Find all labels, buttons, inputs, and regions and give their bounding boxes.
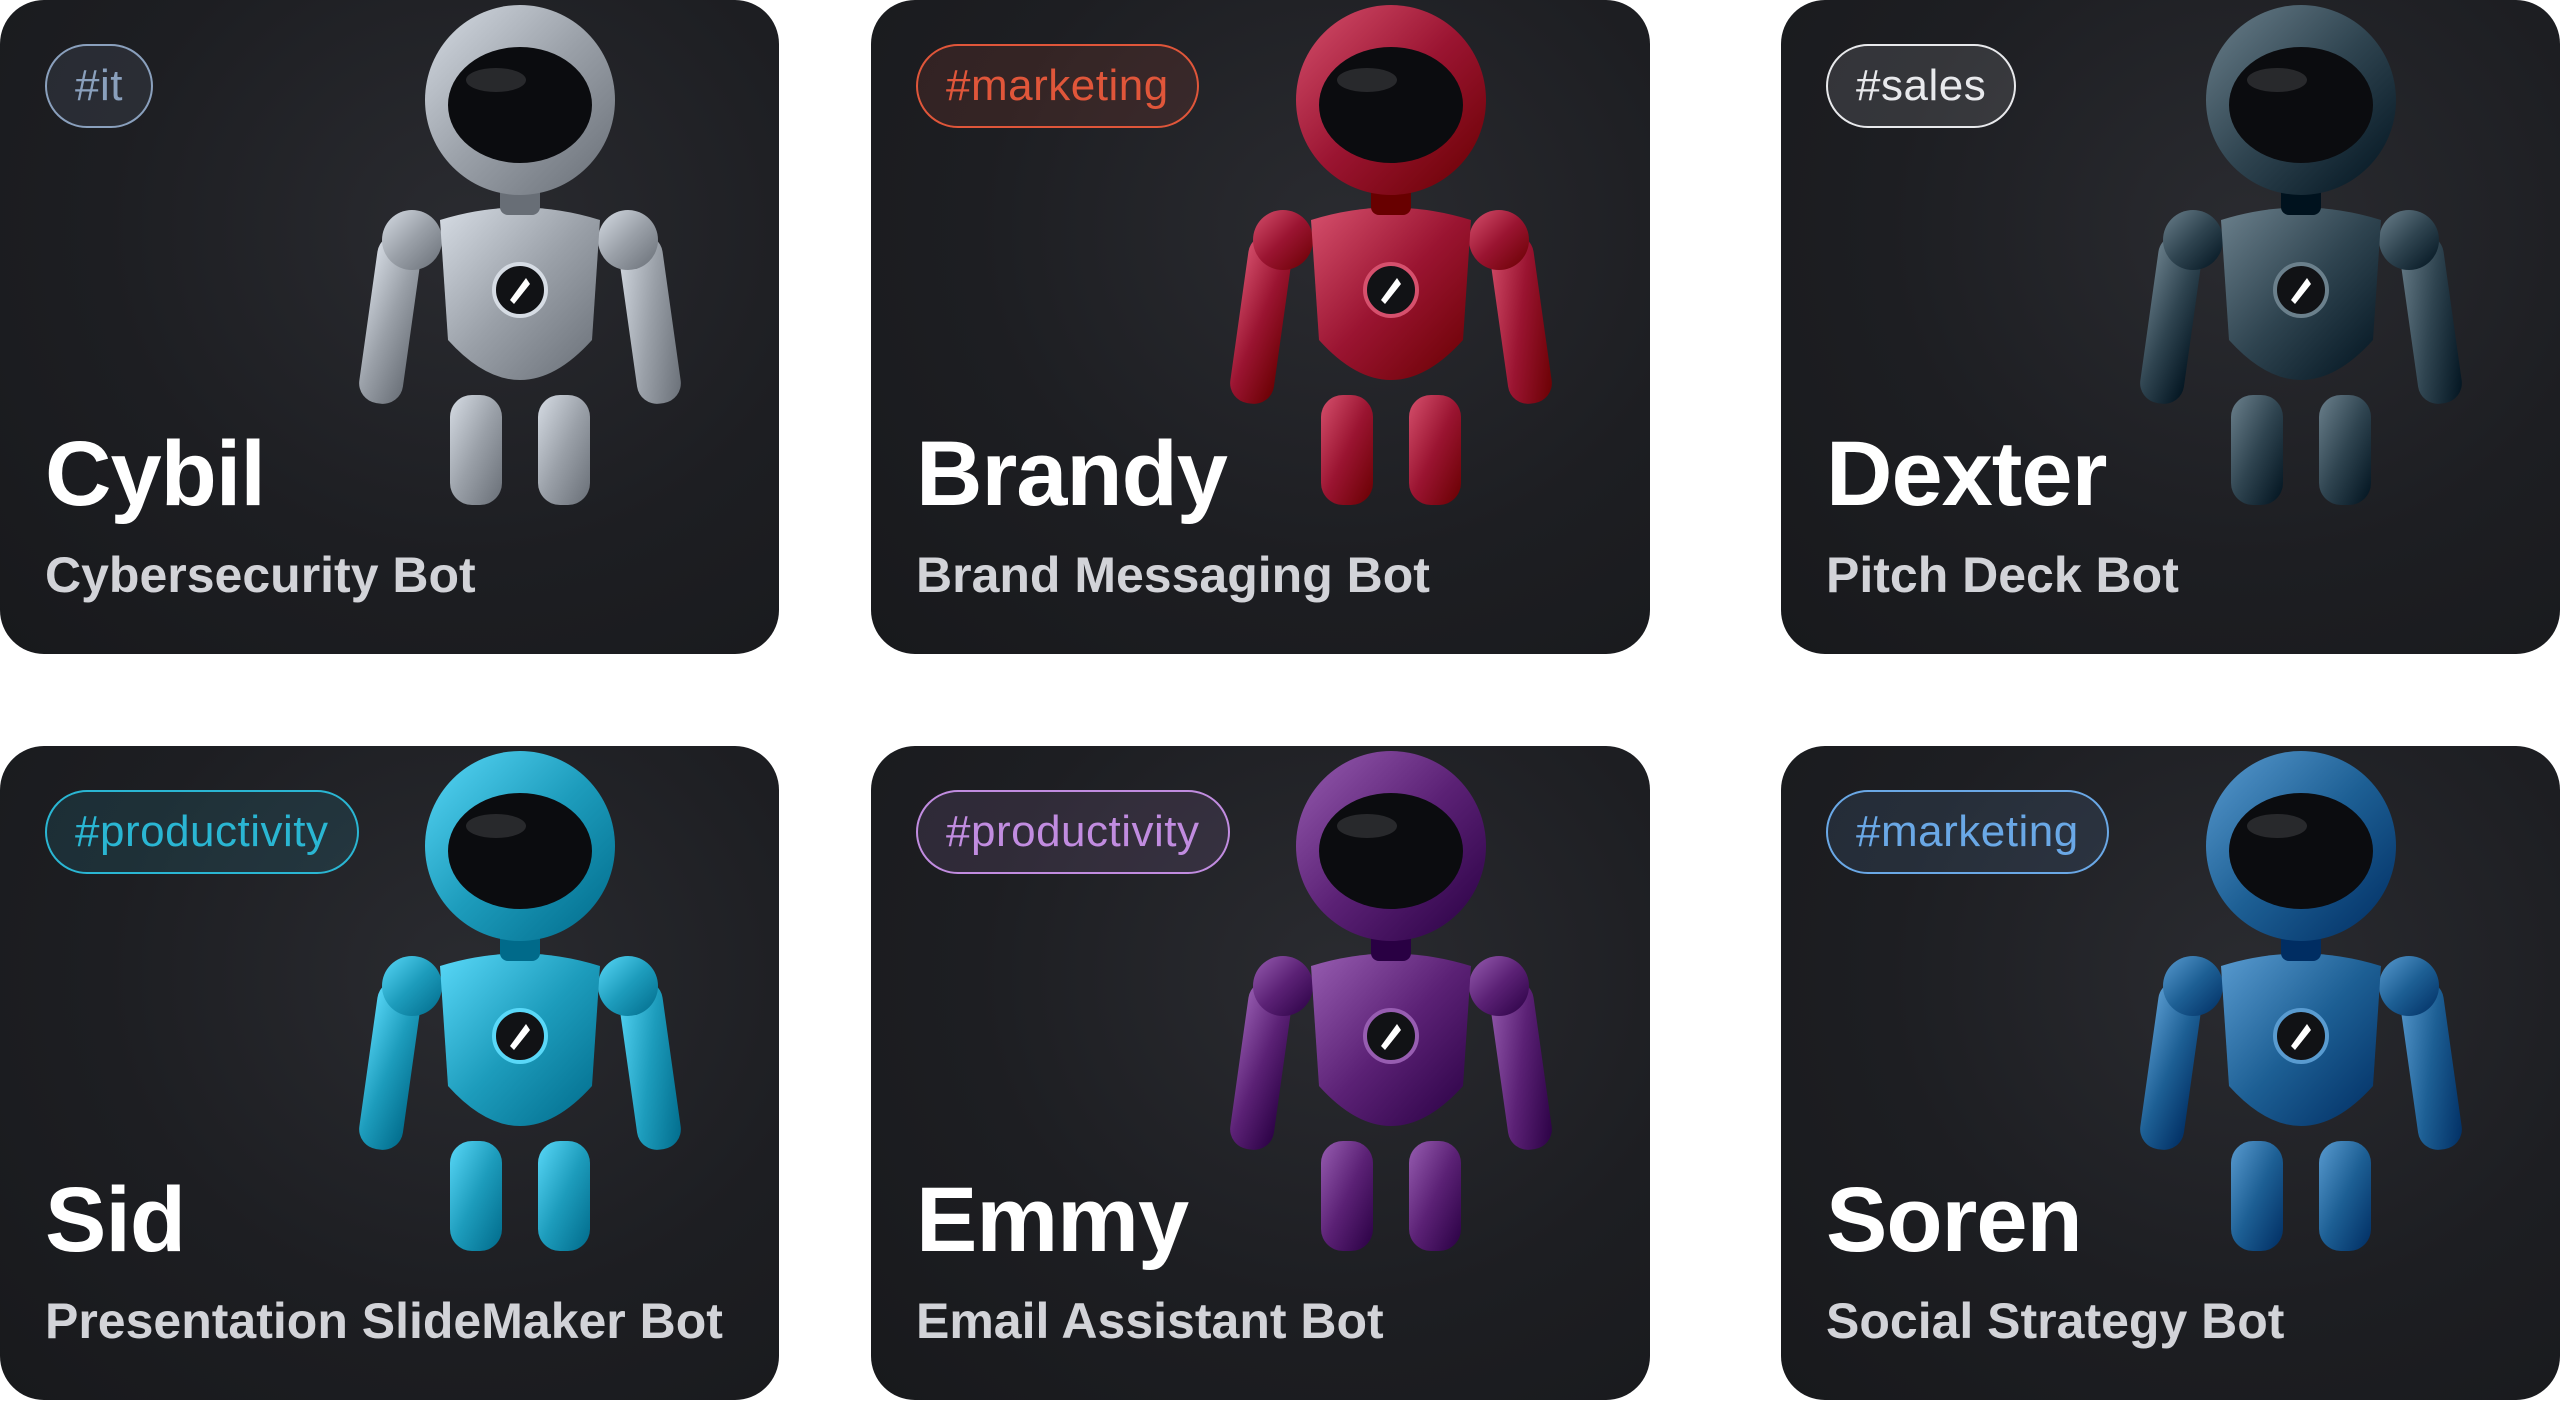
- bot-name: Emmy: [916, 1169, 1189, 1271]
- robot-shoulder: [2163, 956, 2223, 1016]
- bot-card-dexter[interactable]: #sales Dexter Pitch Deck Bot: [1781, 0, 2560, 654]
- robot-visor: [2229, 47, 2373, 163]
- category-tag[interactable]: #marketing: [916, 44, 1199, 128]
- robot-illustration: [359, 5, 681, 505]
- bot-role: Pitch Deck Bot: [1826, 547, 2179, 603]
- bot-role: Brand Messaging Bot: [916, 547, 1430, 603]
- bot-card-brandy[interactable]: #marketing Brandy Brand Messaging Bot: [871, 0, 1650, 654]
- bot-card-soren[interactable]: #marketing Soren Social Strategy Bot: [1781, 746, 2560, 1400]
- robot-figure: [2140, 751, 2462, 1251]
- robot-leg: [1409, 1141, 1461, 1251]
- robot-leg: [2231, 395, 2283, 505]
- category-tag[interactable]: #marketing: [1826, 790, 2109, 874]
- robot-shoulder: [1469, 210, 1529, 270]
- robot-leg: [538, 395, 590, 505]
- robot-shoulder: [598, 210, 658, 270]
- robot-leg: [450, 395, 502, 505]
- robot-visor-shine: [1337, 814, 1397, 838]
- robot-visor: [448, 793, 592, 909]
- bot-name: Sid: [45, 1169, 186, 1271]
- robot-illustration: [359, 751, 681, 1251]
- robot-illustration: [1230, 5, 1552, 505]
- robot-figure: [1230, 5, 1552, 505]
- robot-leg: [2319, 1141, 2371, 1251]
- bot-card-emmy[interactable]: #productivity Emmy Email Assistant Bot: [871, 746, 1650, 1400]
- robot-shoulder: [2163, 210, 2223, 270]
- robot-visor-shine: [1337, 68, 1397, 92]
- robot-figure: [359, 751, 681, 1251]
- robot-visor: [1319, 793, 1463, 909]
- bot-role: Cybersecurity Bot: [45, 547, 476, 603]
- robot-leg: [2319, 395, 2371, 505]
- robot-figure: [2140, 5, 2462, 505]
- robot-visor-shine: [466, 68, 526, 92]
- robot-visor: [1319, 47, 1463, 163]
- bot-name: Soren: [1826, 1169, 2083, 1271]
- robot-visor-shine: [2247, 814, 2307, 838]
- robot-illustration: [2140, 5, 2462, 505]
- bot-role: Presentation SlideMaker Bot: [45, 1293, 723, 1349]
- robot-shoulder: [382, 210, 442, 270]
- robot-leg: [450, 1141, 502, 1251]
- robot-figure: [359, 5, 681, 505]
- category-tag[interactable]: #sales: [1826, 44, 2017, 128]
- robot-shoulder: [1253, 210, 1313, 270]
- robot-shoulder: [382, 956, 442, 1016]
- bot-card-grid: #it Cybil Cybersecurity Bot #marketing B…: [0, 0, 2560, 1401]
- robot-leg: [1321, 395, 1373, 505]
- robot-shoulder: [2379, 210, 2439, 270]
- robot-leg: [1321, 1141, 1373, 1251]
- robot-illustration: [1230, 751, 1552, 1251]
- robot-figure: [1230, 751, 1552, 1251]
- robot-visor: [448, 47, 592, 163]
- bot-role: Social Strategy Bot: [1826, 1293, 2285, 1349]
- bot-name: Cybil: [45, 423, 266, 525]
- category-tag[interactable]: #it: [45, 44, 153, 128]
- robot-illustration: [2140, 751, 2462, 1251]
- bot-card-cybil[interactable]: #it Cybil Cybersecurity Bot: [0, 0, 779, 654]
- robot-visor-shine: [2247, 68, 2307, 92]
- bot-name: Brandy: [916, 423, 1228, 525]
- bot-name: Dexter: [1826, 423, 2107, 525]
- robot-leg: [1409, 395, 1461, 505]
- robot-shoulder: [1469, 956, 1529, 1016]
- robot-leg: [2231, 1141, 2283, 1251]
- robot-shoulder: [1253, 956, 1313, 1016]
- robot-visor: [2229, 793, 2373, 909]
- robot-shoulder: [2379, 956, 2439, 1016]
- bot-card-sid[interactable]: #productivity Sid Presentation SlideMake…: [0, 746, 779, 1400]
- robot-visor-shine: [466, 814, 526, 838]
- bot-role: Email Assistant Bot: [916, 1293, 1384, 1349]
- robot-shoulder: [598, 956, 658, 1016]
- robot-leg: [538, 1141, 590, 1251]
